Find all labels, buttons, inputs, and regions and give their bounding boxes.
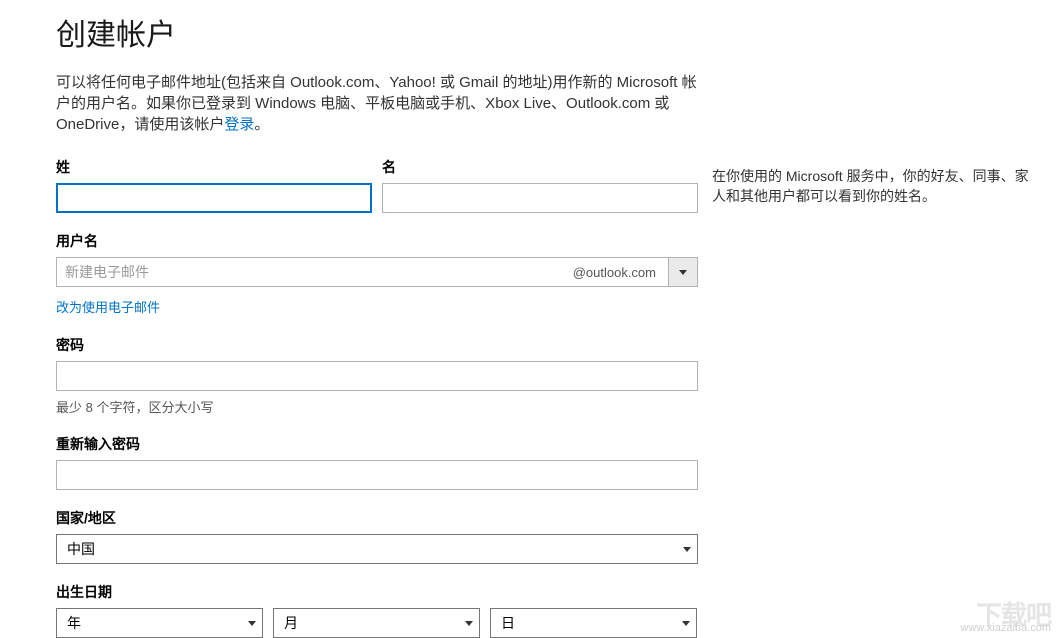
chevron-down-icon (248, 621, 256, 626)
chevron-down-icon (682, 621, 690, 626)
watermark: 下载吧 www.xiazaiba.com (961, 609, 1051, 635)
country-value: 中国 (67, 539, 95, 559)
watermark-logo: 下载吧 (961, 609, 1051, 622)
day-select[interactable]: 日 (490, 608, 697, 638)
page-title: 创建帐户 (56, 10, 700, 54)
username-placeholder: 新建电子邮件 (65, 262, 149, 282)
reenter-password-label: 重新输入密码 (56, 434, 700, 454)
birthdate-label: 出生日期 (56, 582, 700, 602)
year-select[interactable]: 年 (56, 608, 263, 638)
lastname-label: 姓 (56, 157, 372, 177)
username-label: 用户名 (56, 231, 700, 251)
chevron-down-icon (465, 621, 473, 626)
password-input[interactable] (56, 361, 698, 391)
watermark-url: www.xiazaiba.com (961, 622, 1051, 635)
username-domain-dropdown[interactable] (668, 257, 698, 287)
name-tooltip: 在你使用的 Microsoft 服务中，你的好友、同事、家人和其他用户都可以看到… (712, 166, 1042, 206)
day-value: 日 (501, 613, 515, 633)
intro-suffix: 。 (254, 116, 269, 133)
month-select[interactable]: 月 (273, 608, 480, 638)
chevron-down-icon (683, 547, 691, 552)
username-domain: @outlook.com (573, 265, 660, 280)
month-value: 月 (284, 613, 298, 633)
firstname-label: 名 (382, 157, 698, 177)
switch-to-email-link[interactable]: 改为使用电子邮件 (56, 297, 160, 316)
country-select[interactable]: 中国 (56, 534, 698, 564)
intro-prefix: 可以将任何电子邮件地址(包括来自 Outlook.com、Yahoo! 或 Gm… (56, 74, 697, 133)
password-label: 密码 (56, 335, 700, 355)
lastname-input[interactable] (56, 183, 372, 213)
year-value: 年 (67, 613, 81, 633)
country-label: 国家/地区 (56, 508, 700, 528)
chevron-down-icon (679, 270, 687, 275)
password-hint: 最少 8 个字符，区分大小写 (56, 397, 700, 416)
firstname-input[interactable] (382, 183, 698, 213)
sign-in-link[interactable]: 登录 (224, 116, 254, 133)
intro-text: 可以将任何电子邮件地址(包括来自 Outlook.com、Yahoo! 或 Gm… (56, 72, 702, 135)
username-input[interactable]: 新建电子邮件 @outlook.com (56, 257, 668, 287)
reenter-password-input[interactable] (56, 460, 698, 490)
